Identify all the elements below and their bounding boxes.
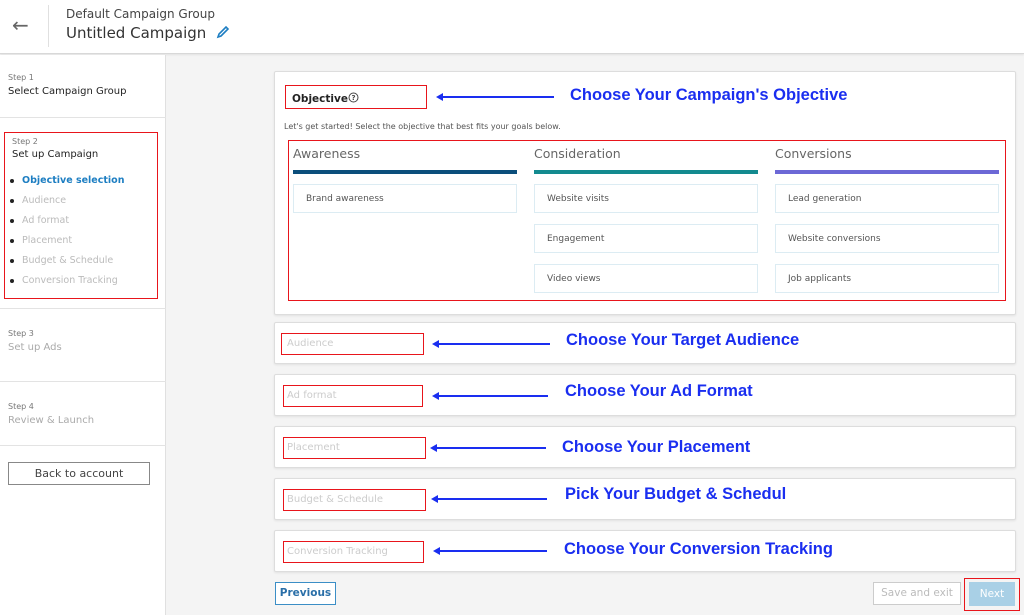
option-lead-generation[interactable]: Lead generation bbox=[775, 184, 999, 213]
substep-label: Budget & Schedule bbox=[22, 255, 114, 266]
annotation-placement: Choose Your Placement bbox=[562, 438, 751, 456]
bullet-icon bbox=[10, 278, 14, 283]
bullet-icon bbox=[10, 198, 14, 203]
bullet-icon bbox=[10, 178, 14, 183]
option-website-visits[interactable]: Website visits bbox=[534, 184, 758, 213]
substep-label: Ad format bbox=[22, 215, 70, 226]
substep-placement[interactable]: Placement bbox=[10, 235, 72, 246]
sidebar-step-3[interactable]: Step 3 Set up Ads bbox=[0, 309, 166, 382]
column-color-bar bbox=[775, 170, 999, 174]
save-and-exit-button[interactable]: Save and exit bbox=[873, 582, 961, 605]
header-divider bbox=[48, 5, 49, 47]
steps-sidebar: Step 1 Select Campaign Group Step 2 Set … bbox=[0, 55, 166, 615]
step-label: Step 4 bbox=[8, 402, 34, 411]
bullet-icon bbox=[10, 258, 14, 263]
column-title: Consideration bbox=[534, 146, 621, 161]
substep-label: Objective selection bbox=[22, 175, 125, 186]
step-title: Set up Ads bbox=[8, 342, 62, 353]
option-brand-awareness[interactable]: Brand awareness bbox=[293, 184, 517, 213]
objective-panel: Objective? Let's get started! Select the… bbox=[274, 71, 1016, 315]
column-color-bar bbox=[534, 170, 758, 174]
substep-label: Placement bbox=[22, 235, 73, 246]
svg-text:?: ? bbox=[351, 94, 355, 102]
substep-label: Conversion Tracking bbox=[22, 275, 118, 286]
step-label: Step 1 bbox=[8, 73, 34, 82]
next-button[interactable]: Next bbox=[969, 582, 1015, 606]
step-title: Select Campaign Group bbox=[8, 86, 127, 97]
sidebar-step-4[interactable]: Step 4 Review & Launch bbox=[0, 382, 166, 446]
objective-description: Let's get started! Select the objective … bbox=[284, 122, 561, 131]
bullet-icon bbox=[10, 218, 14, 223]
annotation-arrow-icon bbox=[432, 340, 550, 348]
substep-objective-selection[interactable]: Objective selection bbox=[10, 175, 124, 186]
section-label: Placement bbox=[287, 442, 340, 453]
pencil-icon[interactable] bbox=[216, 25, 230, 39]
objective-title: Objective? bbox=[292, 92, 359, 105]
objective-title-text: Objective bbox=[292, 93, 348, 105]
option-video-views[interactable]: Video views bbox=[534, 264, 758, 293]
section-label: Audience bbox=[287, 338, 334, 349]
substep-audience[interactable]: Audience bbox=[10, 195, 66, 206]
arrow-left-icon[interactable]: ← bbox=[12, 12, 34, 38]
annotation-arrow-icon bbox=[436, 93, 554, 101]
campaign-name: Untitled Campaign bbox=[66, 24, 207, 42]
substep-conversion-tracking[interactable]: Conversion Tracking bbox=[10, 275, 118, 286]
column-title: Conversions bbox=[775, 146, 852, 161]
objective-column-consideration: Consideration Website visits Engagement … bbox=[534, 146, 758, 293]
annotation-arrow-icon bbox=[431, 495, 547, 503]
option-engagement[interactable]: Engagement bbox=[534, 224, 758, 253]
top-header: ← Default Campaign Group Untitled Campai… bbox=[0, 0, 1024, 54]
annotation-ad-format: Choose Your Ad Format bbox=[565, 382, 753, 400]
substep-budget-schedule[interactable]: Budget & Schedule bbox=[10, 255, 113, 266]
column-color-bar bbox=[293, 170, 517, 174]
previous-button[interactable]: Previous bbox=[275, 582, 336, 605]
step-title: Set up Campaign bbox=[12, 149, 99, 160]
sidebar-step-2[interactable]: Step 2 Set up Campaign Objective selecti… bbox=[0, 118, 166, 309]
step-label: Step 3 bbox=[8, 329, 34, 338]
step-title: Review & Launch bbox=[8, 415, 95, 426]
campaign-group-name: Default Campaign Group bbox=[66, 7, 215, 21]
section-label: Budget & Schedule bbox=[287, 494, 384, 505]
objective-column-awareness: Awareness Brand awareness bbox=[293, 146, 517, 213]
annotation-audience: Choose Your Target Audience bbox=[566, 331, 800, 349]
substep-label: Audience bbox=[22, 195, 67, 206]
annotation-objective: Choose Your Campaign's Objective bbox=[570, 86, 848, 104]
annotation-conversion: Choose Your Conversion Tracking bbox=[564, 540, 833, 558]
annotation-budget: Pick Your Budget & Schedul bbox=[565, 485, 787, 503]
option-job-applicants[interactable]: Job applicants bbox=[775, 264, 999, 293]
back-to-account-button[interactable]: Back to account bbox=[8, 462, 150, 485]
column-title: Awareness bbox=[293, 146, 361, 161]
section-label: Conversion Tracking bbox=[287, 546, 388, 557]
option-website-conversions[interactable]: Website conversions bbox=[775, 224, 999, 253]
question-circle-icon[interactable]: ? bbox=[348, 92, 359, 103]
annotation-arrow-icon bbox=[430, 444, 546, 452]
step-label: Step 2 bbox=[12, 137, 38, 146]
annotation-arrow-icon bbox=[433, 547, 547, 555]
substep-ad-format[interactable]: Ad format bbox=[10, 215, 69, 226]
annotation-arrow-icon bbox=[432, 392, 548, 400]
section-label: Ad format bbox=[287, 390, 337, 401]
sidebar-step-1[interactable]: Step 1 Select Campaign Group bbox=[0, 55, 166, 118]
bullet-icon bbox=[10, 238, 14, 243]
objective-column-conversions: Conversions Lead generation Website conv… bbox=[775, 146, 999, 293]
